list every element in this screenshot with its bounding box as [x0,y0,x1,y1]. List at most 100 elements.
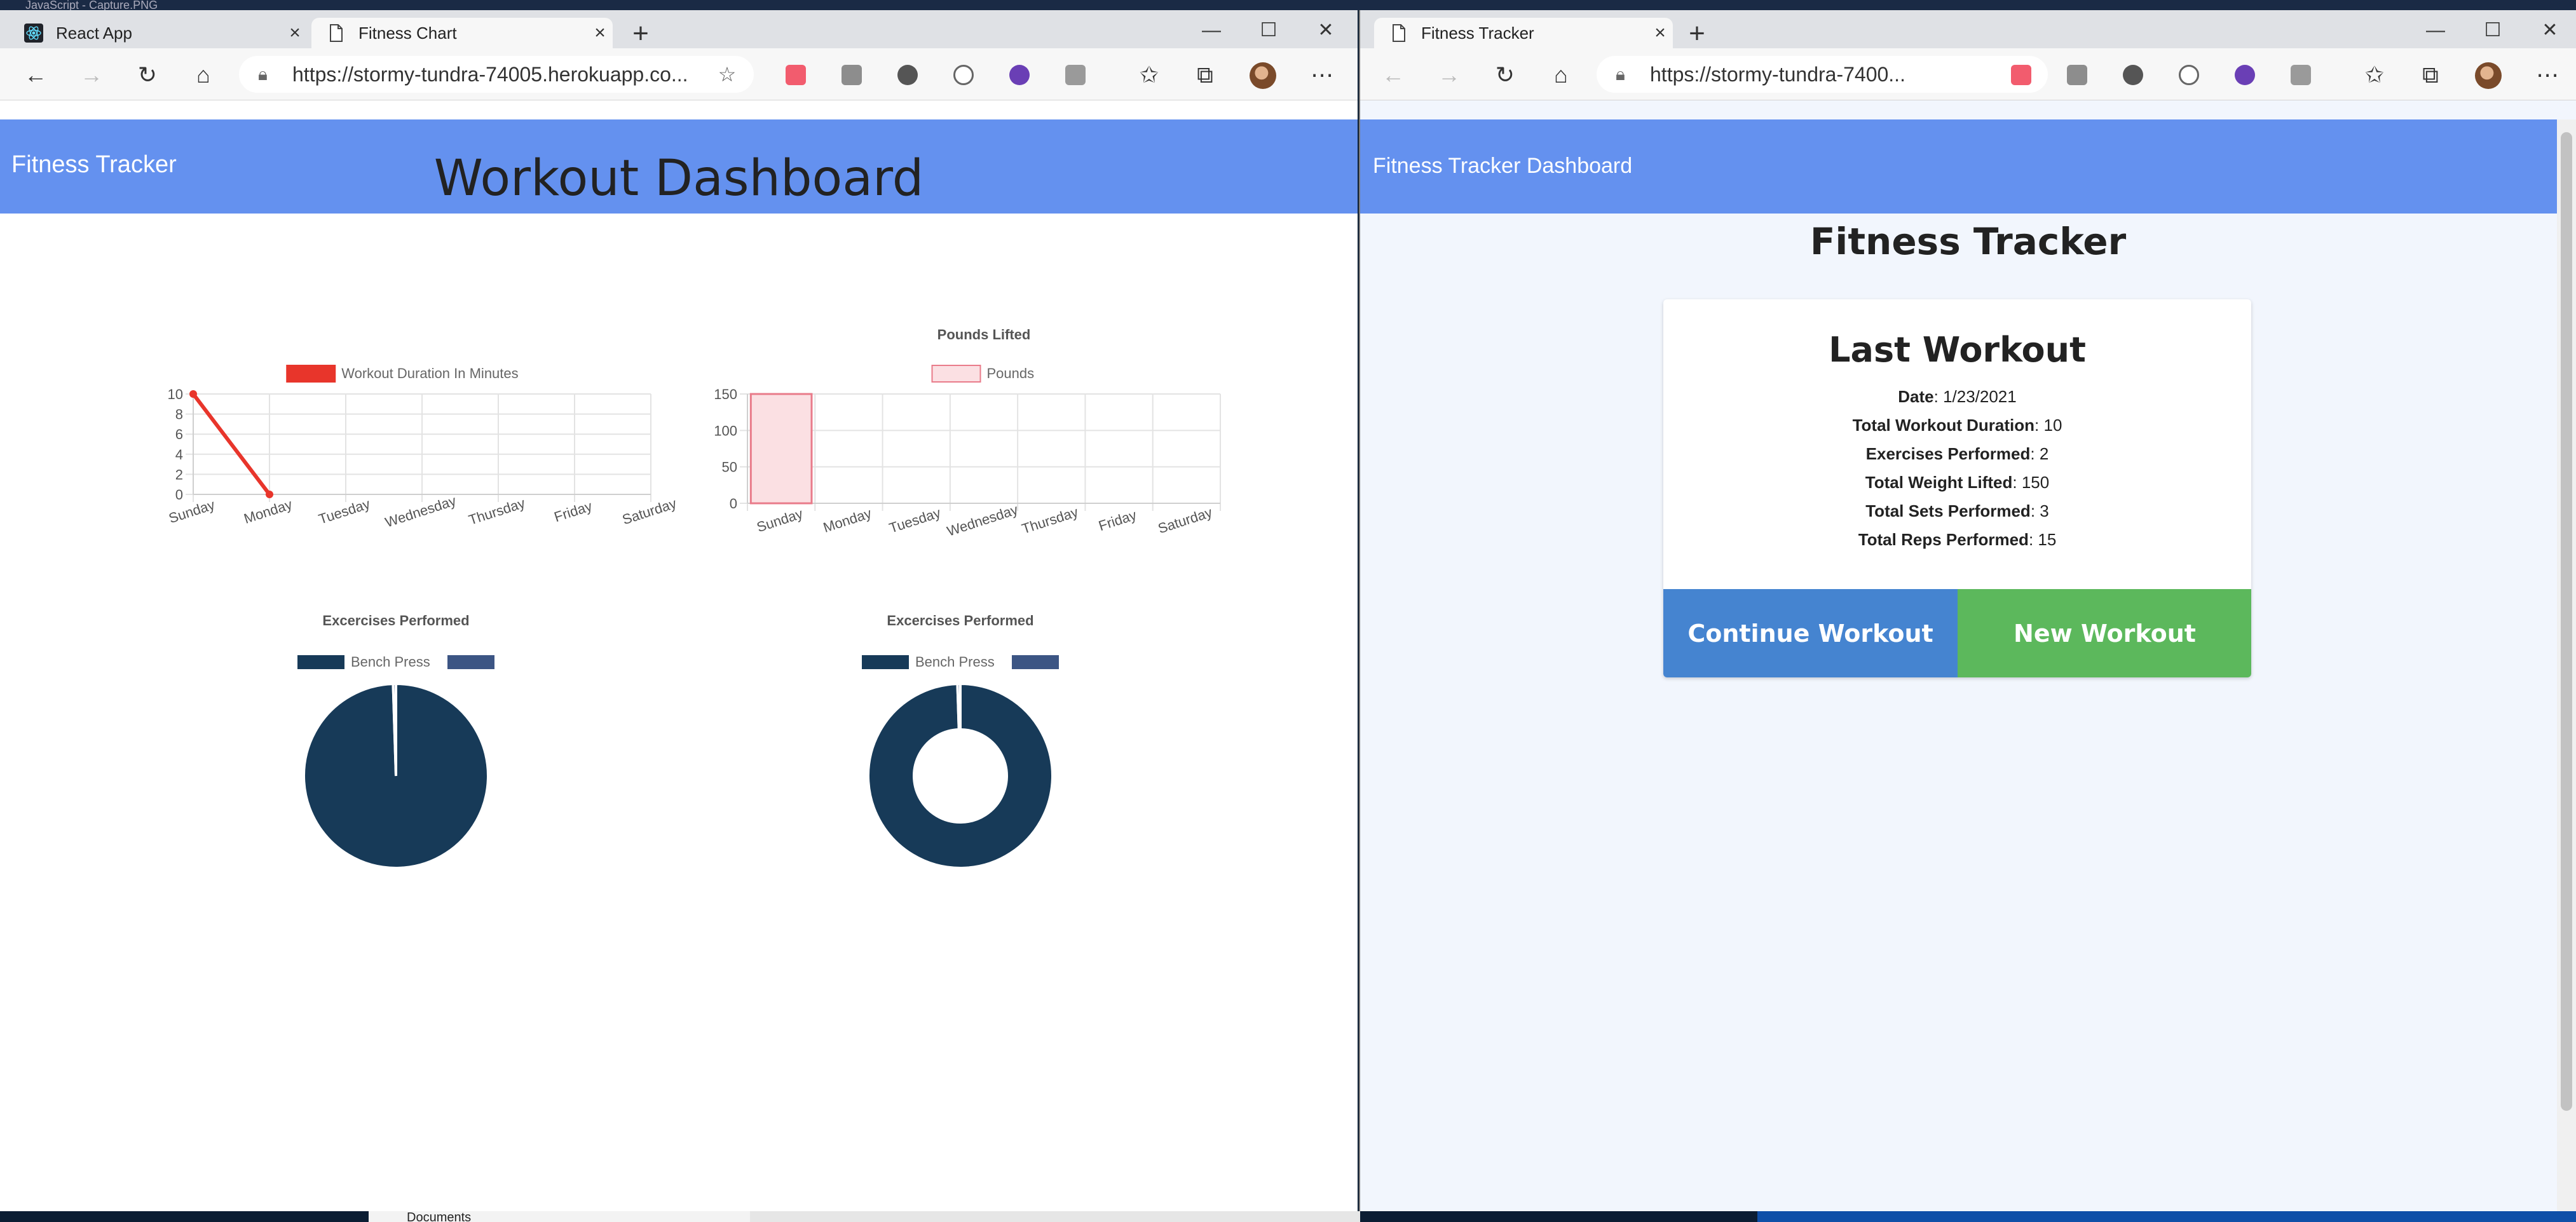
y-tick-label: 10 [168,386,183,402]
stat-label: Total Reps Performed [1858,530,2029,549]
y-tick-label: 50 [722,459,737,475]
refresh-icon[interactable]: ↻ [1491,61,1519,89]
back-icon[interactable]: ← [1379,61,1407,89]
stat-label: Exercises Performed [1865,444,2031,463]
page-title: Fitness Tracker [1809,220,2127,263]
desktop-top-text: JavaScript - Capture.PNG [25,0,158,10]
chart-title: Excercises Performed [322,613,469,628]
line-series [191,393,271,496]
y-tick-label: 0 [730,496,737,512]
x-tick-label: Thursday [1019,504,1080,537]
avatar[interactable] [2475,62,2502,89]
home-icon[interactable]: ⌂ [1547,61,1575,89]
extension-icon[interactable] [2235,65,2255,85]
forward-icon[interactable]: → [1435,61,1463,89]
y-tick-label: 2 [175,466,183,482]
stat-label: Total Weight Lifted [1865,473,2013,492]
x-tick-label: Tuesday [887,505,943,536]
extension-icon[interactable] [2179,65,2199,85]
x-tick-label: Friday [552,498,594,526]
taskbar-strip [750,1211,1360,1222]
tab-title: Fitness Tracker [1421,23,1534,43]
x-tick-label: Thursday [467,495,527,528]
legend-swatch [862,655,909,669]
y-tick-label: 150 [714,386,737,402]
legend-swatch [447,655,494,669]
legend-label: Workout Duration In Minutes [341,365,518,381]
taskbar-item-label: Documents [407,1211,472,1222]
y-tick-label: 6 [175,426,183,442]
legend-label: Pounds [987,365,1035,381]
legend-swatch [1012,655,1059,669]
stat-label: Total Workout Duration [1852,416,2035,435]
x-tick-label: Friday [1096,507,1138,534]
stat-label: Total Sets Performed [1865,501,2031,520]
extension-icon[interactable] [2123,65,2143,85]
card-heading: Last Workout [1829,330,2086,370]
browser-window-left: React App × Fitness Chart × + — ☐ ✕ ← → … [0,10,1358,1211]
legend-label: Bench Press [351,654,430,670]
pie-slice [956,682,962,731]
taskbar-item[interactable]: Documents [369,1211,750,1222]
stat-date: Date: 1/23/2021 [1898,387,2017,406]
tab-fitness-tracker[interactable]: Fitness Tracker × [1374,18,1673,48]
y-tick-label: 8 [175,407,183,423]
legend-swatch [297,655,344,669]
y-tick-label: 100 [714,423,737,438]
new-tab-icon[interactable]: + [1683,20,1711,48]
desktop-top-strip: JavaScript - Capture.PNG [0,0,2576,10]
stat-label: Date [1898,387,1934,406]
stat-value: 15 [2038,530,2057,549]
x-tick-label: Sunday [754,505,805,535]
tab-bar: Fitness Tracker × + — ☐ ✕ [1360,10,2576,48]
favorites-icon[interactable]: ✩ [2361,61,2389,89]
y-tick-label: 0 [175,487,183,503]
stat-weight: Total Weight Lifted: 150 [1865,473,2050,492]
stat-value: 150 [2021,473,2050,492]
x-tick-label: Sunday [167,496,217,526]
x-tick-label: Saturday [620,495,678,527]
extension-icon[interactable] [2291,65,2311,85]
collections-icon[interactable]: ⧉ [2416,61,2444,89]
close-window-icon[interactable]: ✕ [2531,19,2569,44]
chart-title: Excercises Performed [887,613,1033,628]
chart-title: Pounds Lifted [937,327,1031,343]
close-tab-icon[interactable]: × [1647,22,1673,44]
navbar-brand[interactable]: Fitness Tracker Dashboard [1373,154,1632,179]
line-chart: Workout Duration In Minutes 0 2 4 6 8 10 Sunday… [167,327,1221,869]
stat-exercises: Exercises Performed: 2 [1865,444,2049,463]
extension-icon[interactable] [2067,65,2087,85]
url-text: https://stormy-tundra-7400... [1650,62,1905,86]
y-tick-label: 4 [175,447,183,463]
continue-workout-button[interactable]: Continue Workout [1663,589,1958,677]
more-icon[interactable]: ⋯ [2533,61,2561,89]
new-workout-button[interactable]: New Workout [1958,589,2251,677]
stat-value: 2 [2039,444,2049,463]
address-bar[interactable]: 🔒︎ https://stormy-tundra-7400... ☆ [1597,56,2048,93]
scrollbar[interactable] [2557,119,2576,1211]
x-tick-label: Wednesday [945,501,1020,540]
legend-swatch [286,365,336,383]
desktop-bottom-strip: Documents [0,1211,2576,1222]
x-tick-label: Monday [242,496,294,527]
browser-window-right: Fitness Tracker × + — ☐ ✕ ← → ↻ ⌂ 🔒︎ htt… [1359,10,2576,1211]
x-tick-label: Wednesday [383,492,458,531]
scrollbar-thumb[interactable] [2561,132,2572,1111]
data-point [189,390,197,398]
last-workout-card: Last Workout Date: 1/23/2021 Total Worko… [1663,299,2251,677]
lock-icon: 🔒︎ [1616,64,1625,84]
browser-toolbar: ← → ↻ ⌂ 🔒︎ https://stormy-tundra-7400...… [1360,48,2576,100]
x-tick-label: Monday [821,505,873,536]
extension-icon[interactable] [2011,65,2031,85]
taskbar-strip-blue [1757,1211,2576,1222]
stat-value: 1/23/2021 [1943,387,2017,406]
stat-value: 3 [2040,501,2049,520]
page-icon [1389,24,1408,43]
minimize-icon[interactable]: — [2416,19,2455,44]
stat-value: 10 [2043,416,2062,435]
maximize-icon[interactable]: ☐ [2474,19,2512,44]
legend-swatch [931,365,981,383]
stat-duration: Total Workout Duration: 10 [1852,416,2062,435]
x-tick-label: Tuesday [317,496,372,527]
navbar: Fitness Tracker Dashboard [1360,119,2576,214]
